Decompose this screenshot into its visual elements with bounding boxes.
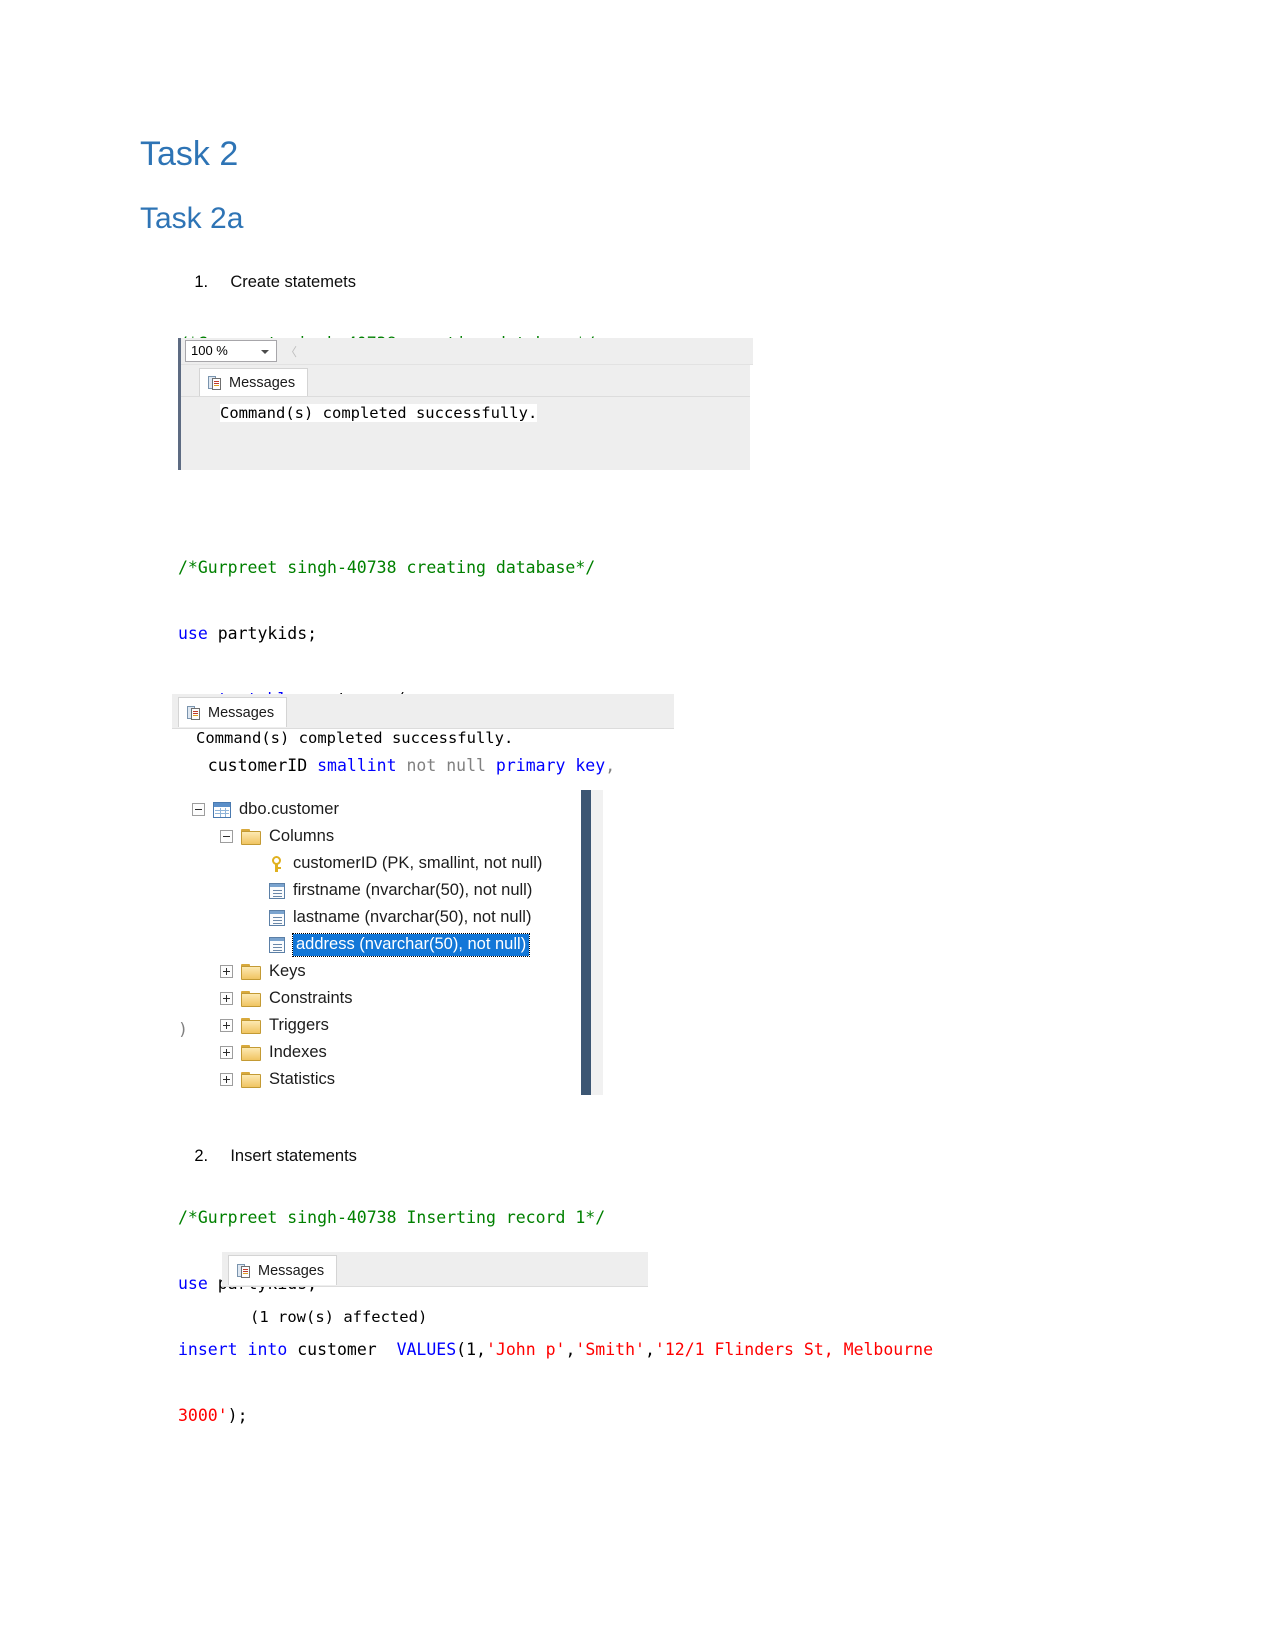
sql-comment: /*Gurpreet singh-40738 Inserting record … (178, 1208, 606, 1227)
tab-messages[interactable]: Messages (178, 697, 288, 727)
sql-type: smallint (317, 756, 397, 775)
messages-icon (187, 705, 202, 721)
collapse-icon[interactable] (220, 830, 233, 843)
code-line: use partykids; (178, 623, 615, 645)
messages-icon (208, 375, 223, 391)
splitter-chevron-icon[interactable]: 〈 (285, 343, 297, 360)
sql-text: , (565, 1340, 576, 1359)
chevron-down-icon (261, 350, 269, 354)
messages-output-3: (1 row(s) affected) (222, 1308, 428, 1326)
results-tabstrip-1: Messages (181, 365, 750, 397)
sql-comment: /*Gurpreet singh-40738 creating database… (178, 558, 596, 577)
folder-icon (241, 1017, 261, 1034)
sql-keyword: use (178, 1274, 208, 1293)
sql-constraint: not null (396, 756, 496, 775)
sql-text: ( (456, 1340, 467, 1359)
tree-node-label: Indexes (269, 1043, 327, 1061)
tree-node-column-firstname[interactable]: firstname (nvarchar(50), not null) (248, 877, 534, 904)
tree-node-label: firstname (nvarchar(50), not null) (293, 881, 533, 899)
folder-icon (241, 1044, 261, 1061)
sql-text: customerID (178, 756, 318, 775)
sql-keyword: insert into (178, 1340, 288, 1359)
collapse-icon[interactable] (192, 803, 205, 816)
sql-text: , (476, 1340, 486, 1359)
tab-messages[interactable]: Messages (228, 1255, 338, 1285)
results-pane-1: 100 % 〈 Messages Command(s) completed su… (178, 338, 753, 470)
sql-string: '12/1 Flinders St, Melbourne (654, 1340, 934, 1359)
tree-node-label: Statistics (269, 1070, 336, 1088)
tree-node-label-selected: address (nvarchar(50), not null) (291, 932, 531, 957)
results-tabstrip-2: Messages (172, 694, 674, 729)
tree-node-label: customerID (PK, smallint, not null) (293, 854, 543, 872)
code-line: /*Gurpreet singh-40738 Inserting record … (178, 1207, 933, 1229)
column-icon (269, 882, 285, 899)
tree-node-label: dbo.customer (239, 800, 339, 818)
key-icon (269, 855, 285, 872)
tree-node-column-lastname[interactable]: lastname (nvarchar(50), not null) (248, 904, 533, 931)
tree-node-triggers[interactable]: Triggers (220, 1012, 331, 1039)
sql-text: , (605, 756, 616, 775)
expand-icon[interactable] (220, 1019, 233, 1032)
tree-node-label: Constraints (269, 989, 353, 1007)
tab-messages-label: Messages (258, 1262, 325, 1279)
code-line: insert into customer VALUES(1,'John p','… (178, 1339, 933, 1361)
tree-node-column-address[interactable]: address (nvarchar(50), not null) (248, 931, 531, 958)
tree-scrollbar-thumb[interactable] (581, 790, 591, 1095)
expand-icon[interactable] (220, 965, 233, 978)
sql-number: 1 (466, 1340, 477, 1359)
table-icon (213, 801, 231, 818)
column-icon (269, 936, 285, 953)
folder-icon (241, 990, 261, 1007)
expand-icon[interactable] (220, 1046, 233, 1059)
sql-string: 3000' (178, 1406, 228, 1425)
sql-text: partykids; (207, 624, 318, 643)
document-page: Task 2 Task 2a 1.Create statemets /*Gurp… (0, 0, 1275, 1650)
zoom-bar: 100 % 〈 (181, 338, 753, 365)
tree-node-columns[interactable]: Columns (220, 823, 336, 850)
tab-messages[interactable]: Messages (199, 368, 309, 396)
messages-output-1: Command(s) completed successfully. (220, 404, 538, 422)
zoom-level-value: 100 % (191, 343, 228, 358)
tab-messages-label: Messages (208, 704, 275, 721)
expand-icon[interactable] (220, 992, 233, 1005)
page-title: Task 2 (140, 135, 239, 173)
object-explorer-tree: dbo.customer Columns customerID (PK, sma… (186, 790, 606, 1100)
column-icon (269, 909, 285, 926)
tree-node-label: lastname (nvarchar(50), not null) (293, 908, 532, 926)
folder-icon (241, 963, 261, 980)
tree-node-constraints[interactable]: Constraints (220, 985, 354, 1012)
folder-icon (241, 1071, 261, 1088)
messages-icon (237, 1263, 252, 1279)
tab-messages-label: Messages (229, 374, 296, 391)
tree-node-indexes[interactable]: Indexes (220, 1039, 329, 1066)
tree-node-dbo-customer[interactable]: dbo.customer (192, 796, 341, 823)
folder-icon (241, 828, 261, 845)
code-line: 3000'); (178, 1405, 933, 1427)
sql-string: 'John p' (485, 1340, 566, 1359)
code-line: customerID smallint not null primary key… (178, 755, 615, 777)
results-pane-3: Messages (222, 1252, 648, 1287)
sql-string: 'Smith' (575, 1340, 645, 1359)
code-line: /*Gurpreet singh-40738 creating database… (178, 557, 615, 579)
sql-text: customer (287, 1340, 397, 1359)
tree-node-label: Keys (269, 962, 306, 980)
tree-scrollbar[interactable] (581, 790, 603, 1095)
sql-text: , (644, 1340, 655, 1359)
sql-text: ); (227, 1406, 248, 1425)
tree-node-keys[interactable]: Keys (220, 958, 308, 985)
messages-output-2: Command(s) completed successfully. (196, 729, 514, 747)
results-tabstrip-3: Messages (222, 1252, 648, 1287)
sql-keyword: use (178, 624, 208, 643)
tree-node-column-customerid[interactable]: customerID (PK, smallint, not null) (248, 850, 544, 877)
section-heading-task2a: Task 2a (140, 202, 244, 235)
tree-node-statistics[interactable]: Statistics (220, 1066, 337, 1093)
tree-node-label: Columns (269, 827, 335, 845)
sql-keyword: primary key (495, 756, 606, 775)
expand-icon[interactable] (220, 1073, 233, 1086)
tree-node-label: Triggers (269, 1016, 329, 1034)
sql-keyword: VALUES (396, 1340, 457, 1359)
zoom-level-combobox[interactable]: 100 % (185, 340, 277, 362)
results-pane-2: Messages (172, 694, 674, 729)
